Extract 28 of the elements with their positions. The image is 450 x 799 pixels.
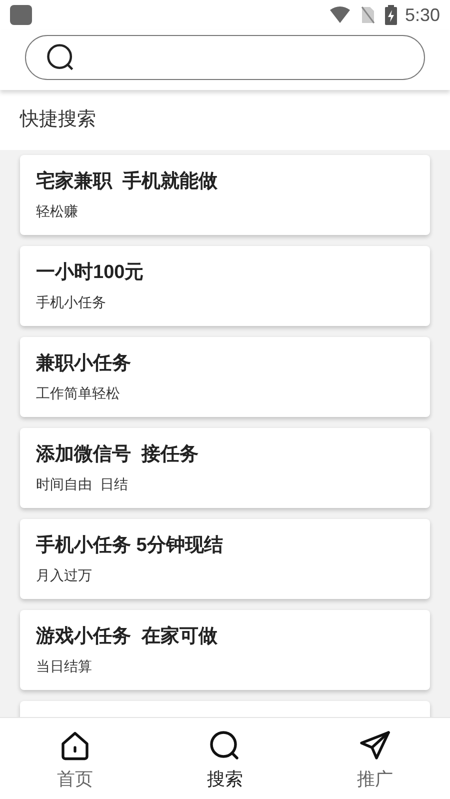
- task-subtitle: 时间自由 日结: [36, 475, 129, 494]
- task-card[interactable]: 宅家兼职 手机就能做 轻松赚: [20, 155, 430, 235]
- task-card[interactable]: 游戏小任务 在家可做 当日结算: [20, 610, 430, 690]
- task-subtitle: 轻松赚: [36, 202, 79, 221]
- wifi-icon: [328, 6, 351, 24]
- task-title: 宅家兼职 手机就能做: [36, 170, 219, 194]
- task-title: 手机小任务 5分钟现结: [36, 534, 224, 558]
- battery-charging-icon: [384, 5, 397, 25]
- task-card[interactable]: 一小时100元 手机小任务: [20, 246, 430, 326]
- task-card[interactable]: 添加微信号 接任务 时间自由 日结: [20, 428, 430, 508]
- task-title: 添加微信号 接任务: [36, 442, 200, 467]
- task-card[interactable]: 兼职小任务 工作简单轻松: [20, 337, 430, 417]
- task-title: 兼职小任务: [36, 352, 132, 376]
- nav-tab[interactable]: 推广: [300, 718, 450, 799]
- task-subtitle: 手机小任务: [36, 293, 107, 312]
- task-subtitle: 当日结算: [36, 657, 93, 676]
- nav-tab[interactable]: 搜索: [150, 718, 300, 799]
- status-time: 5:30: [404, 4, 440, 26]
- section-title: 快捷搜索: [20, 108, 96, 132]
- no-sim-icon: [360, 6, 375, 24]
- task-title: 游戏小任务 在家可做: [36, 624, 219, 649]
- task-subtitle: 月入过万: [36, 566, 93, 585]
- task-subtitle: 工作简单轻松: [36, 384, 121, 403]
- app-notification-icon: [10, 5, 32, 25]
- search-field[interactable]: [25, 35, 425, 80]
- task-title: 一小时100元: [36, 261, 145, 285]
- task-card[interactable]: 手机小任务 5分钟现结 月入过万: [20, 519, 430, 599]
- nav-tab[interactable]: 首页: [0, 718, 150, 799]
